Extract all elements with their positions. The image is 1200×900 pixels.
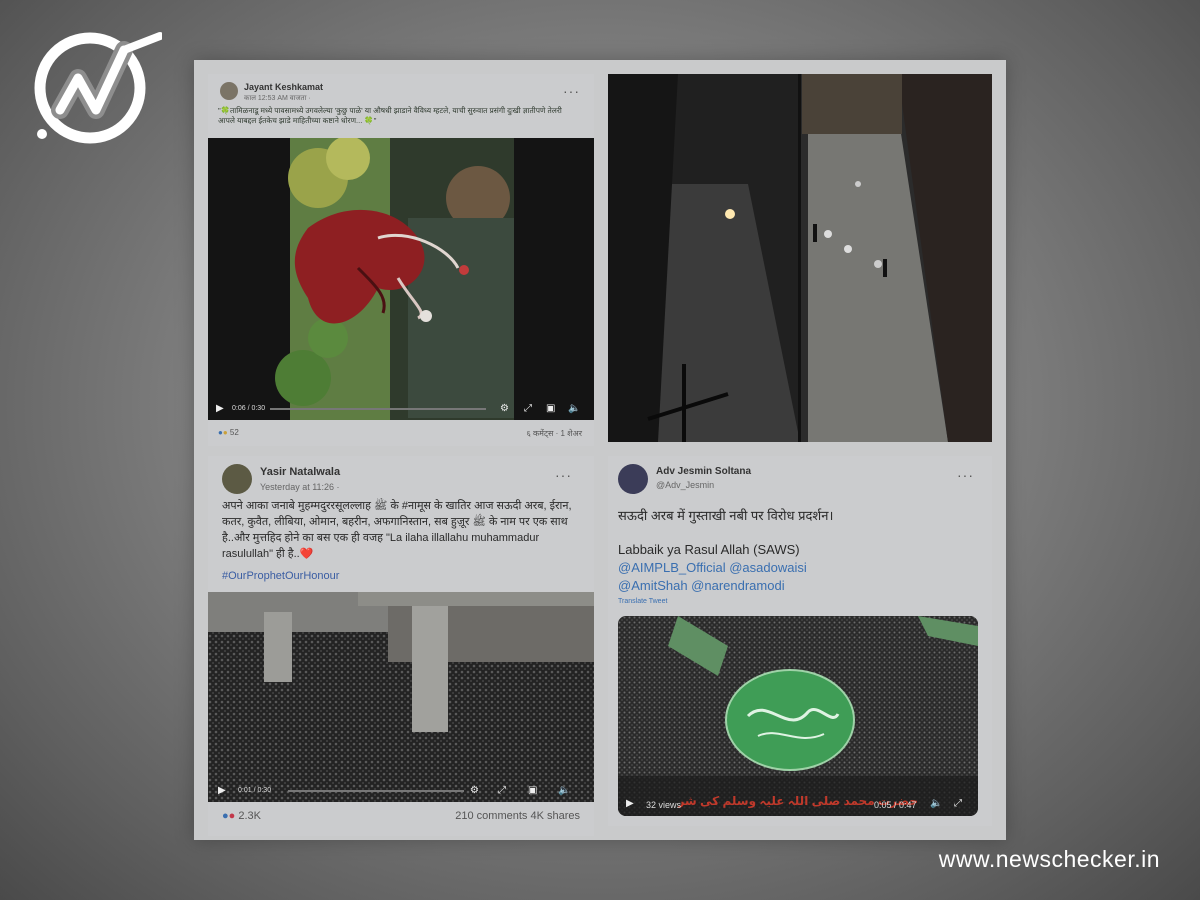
hashtag-link[interactable]: #OurProphetOurHonour [222,570,339,582]
tweet-mentions-1[interactable]: @AIMPLB_Official @asadowaisi [618,560,807,575]
progress-bar[interactable] [270,408,486,410]
avatar [220,82,238,100]
video-time: 0:01 / 0:30 [238,787,272,794]
video-controls: ▶ 0:06 / 0:30 ⚙ ⤢ ▣ 🔈 [208,398,594,420]
post-stats[interactable]: ६ कमेंट्स · 1 शेअर [527,428,582,439]
like-icon: ● [222,810,229,822]
more-options-icon[interactable]: ··· [555,468,572,482]
post-timestamp[interactable]: Yesterday at 11:26 · [260,482,340,492]
volume-icon[interactable]: 🔈 [568,403,580,414]
pip-icon[interactable]: ▣ [528,785,537,796]
reaction-count: 2.3K [238,810,262,822]
tweet-mentions-2[interactable]: @AmitShah @narendramodi [618,578,785,593]
tweet-text-hindi: सऊदी अरब में गुस्ताखी नबी पर विरोध प्रदर… [618,508,834,523]
love-icon: ● [228,810,236,822]
reaction-icons[interactable]: ●● 52 [218,428,239,437]
tweet-handle[interactable]: @Adv_Jesmin [656,480,714,490]
video-controls: ▶ 0:01 / 0:30 ⚙ ⤢ ▣ 🔈 [208,780,594,802]
post-stats[interactable]: 210 comments 4K shares [455,810,580,822]
fullscreen-icon[interactable]: ⤢ [524,403,532,414]
site-url: www.newschecker.in [938,846,1160,872]
street-night-photo [608,74,992,442]
more-options-icon[interactable]: ··· [563,84,580,98]
settings-icon[interactable]: ⚙ [500,403,509,414]
wow-icon: ● [222,428,228,437]
post-caption: "🍀तामिळनाडू मध्ये पावसामध्ये उगवलेल्या '… [218,106,562,125]
tweet-author-name[interactable]: Adv Jesmin Soltana [656,466,751,477]
video-player[interactable]: ▶ 0:06 / 0:30 ⚙ ⤢ ▣ 🔈 [208,138,594,420]
tweet-text-english: Labbaik ya Rasul Allah (SAWS) [618,542,800,557]
avatar [618,464,648,494]
video-player[interactable]: حضرت محمد صلی اللہ علیہ وسلم کی شرافت کے… [618,616,978,816]
facebook-post-2: Yasir Natalwala Yesterday at 11:26 · ···… [208,456,594,836]
volume-icon[interactable]: 🔈 [558,785,570,796]
post-timestamp[interactable]: काल 12:53 AM वाजता · [244,94,311,103]
video-frame-kaaba-crowd [618,616,978,816]
video-frame-crowd [208,592,594,802]
video-time: 0:05 / 0:47 [874,800,917,810]
collage-board: Jayant Keshkamat काल 12:53 AM वाजता · ··… [194,60,1006,840]
reaction-count: 52 [229,428,239,437]
play-icon[interactable]: ▶ [626,798,634,809]
video-views: 32 views [646,800,682,810]
video-player[interactable]: ▶ 0:01 / 0:30 ⚙ ⤢ ▣ 🔈 [208,592,594,802]
video-time: 0:06 / 0:30 [232,405,266,412]
post-author[interactable]: Yasir Natalwala [260,466,340,478]
more-options-icon[interactable]: ··· [957,468,974,482]
video-controls: ▶ 32 views 0:05 / 0:47 🔈 ⤢ [618,790,978,816]
translate-tweet-link[interactable]: Translate Tweet [618,598,667,605]
settings-icon[interactable]: ⚙ [470,785,479,796]
post-text: अपने आका जनाबे मुहम्मदुररसूलल्लाह ﷺ के #… [222,500,572,560]
post-author[interactable]: Jayant Keshkamat [244,82,323,92]
facebook-post-1: Jayant Keshkamat काल 12:53 AM वाजता · ··… [208,74,594,446]
pip-icon[interactable]: ▣ [546,403,555,414]
fullscreen-icon[interactable]: ⤢ [954,798,962,809]
fullscreen-icon[interactable]: ⤢ [498,785,506,796]
play-icon[interactable]: ▶ [216,403,224,414]
avatar [222,464,252,494]
tweet-card: Adv Jesmin Soltana @Adv_Jesmin ··· सऊदी … [608,456,992,826]
volume-icon[interactable]: 🔈 [930,798,942,809]
street-scene-image [608,74,992,442]
newschecker-logo-icon [34,32,162,144]
reaction-icons[interactable]: ●● 2.3K [222,810,261,822]
play-icon[interactable]: ▶ [218,785,226,796]
video-frame-flower [275,138,514,420]
progress-bar[interactable] [288,790,464,792]
